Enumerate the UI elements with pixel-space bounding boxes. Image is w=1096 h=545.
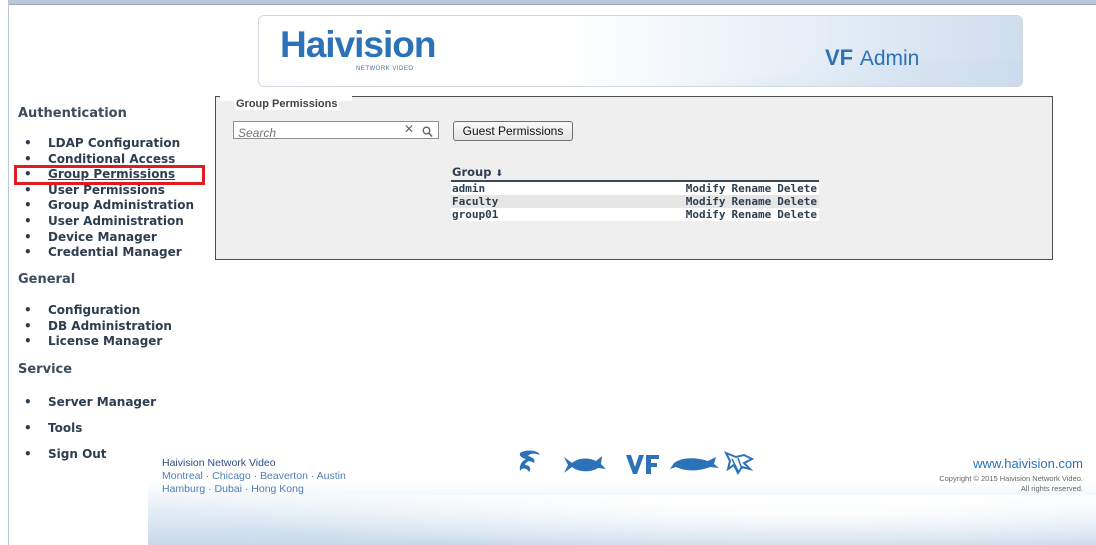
nav-item-user-permissions[interactable]: • User Permissions [24, 183, 194, 199]
nav-item-ldap-configuration[interactable]: • LDAP Configuration [24, 136, 194, 152]
group-name: group01 [451, 208, 544, 221]
delete-link[interactable]: Delete [777, 182, 817, 195]
footer-url-link[interactable]: www.haivision.com [973, 456, 1083, 471]
nav-item-group-administration[interactable]: • Group Administration [24, 198, 194, 214]
modify-link[interactable]: Modify [686, 208, 726, 221]
vf-icon [626, 455, 659, 474]
nav-item-tools[interactable]: • Tools [24, 421, 156, 447]
nav-list-general: • Configuration • DB Administration • Licen… [24, 303, 172, 350]
footer-cities-line2: Hamburg · Dubai · Hong Kong [162, 483, 304, 495]
vf-admin-title: VF Admin [825, 45, 919, 71]
rename-link[interactable]: Rename [732, 208, 772, 221]
group-name: admin [451, 181, 544, 195]
table-row: Faculty Modify Rename Delete [451, 195, 819, 208]
nav-item-server-manager[interactable]: • Server Manager [24, 395, 156, 421]
panel-legend: Group Permissions [234, 98, 340, 110]
nav-list-service: • Server Manager • Tools • Sign Out [24, 395, 156, 463]
skeleton-fish-icon [723, 451, 755, 475]
table-row: group01 Modify Rename Delete [451, 208, 819, 221]
groups-table: Group ⬇ admin Modify Rename Delete Faculty… [451, 165, 819, 221]
search-icon[interactable] [422, 123, 433, 142]
nav-list-authentication: • LDAP Configuration • Conditional Access … [24, 136, 194, 261]
haivision-logo: Haivision [280, 24, 436, 65]
search-input[interactable] [234, 125, 388, 141]
shark-icon [564, 456, 606, 473]
selection-highlight [14, 165, 205, 185]
column-header-group[interactable]: Group ⬇ [451, 165, 819, 182]
modify-link[interactable]: Modify [686, 182, 726, 195]
search-box: ✕ [233, 121, 439, 142]
delete-link[interactable]: Delete [777, 208, 817, 221]
nav-item-device-manager[interactable]: • Device Manager [24, 230, 194, 246]
nav-item-credential-manager[interactable]: • Credential Manager [24, 245, 194, 261]
haivision-logo-subtext: NETWORK VIDEO [356, 66, 414, 72]
barracuda-icon [670, 457, 719, 471]
header-banner: Haivision NETWORK VIDEO VF Admin [258, 15, 1023, 87]
guest-permissions-button[interactable]: Guest Permissions [453, 121, 573, 141]
footer-copyright: Copyright © 2015 Haivision Network Video… [939, 474, 1083, 483]
nav-item-configuration[interactable]: • Configuration [24, 303, 172, 319]
footer-product-logos [519, 450, 755, 475]
window-top-line [8, 4, 1096, 5]
nav-item-db-administration[interactable]: • DB Administration [24, 319, 172, 335]
footer-cities-line1: Montreal · Chicago · Beaverton · Austin [162, 470, 346, 482]
modify-link[interactable]: Modify [686, 195, 726, 208]
footer-rights: All rights reserved. [1020, 484, 1083, 493]
nav-item-license-manager[interactable]: • License Manager [24, 334, 172, 350]
kraken-icon [519, 450, 540, 472]
delete-link[interactable]: Delete [777, 195, 817, 208]
product-name: Admin [859, 47, 920, 70]
table-row: admin Modify Rename Delete [451, 181, 819, 195]
footer-swoosh [148, 495, 1096, 545]
nav-heading-service: Service [18, 362, 73, 377]
group-name: Faculty [451, 195, 544, 208]
rename-link[interactable]: Rename [732, 182, 772, 195]
clear-icon[interactable]: ✕ [404, 122, 414, 136]
sort-arrow-icon[interactable]: ⬇ [495, 169, 503, 179]
footer-company: Haivision Network Video [162, 457, 276, 469]
rename-link[interactable]: Rename [732, 195, 772, 208]
nav-heading-general: General [18, 272, 76, 287]
nav-heading-authentication: Authentication [18, 106, 127, 121]
nav-item-user-administration[interactable]: • User Administration [24, 214, 194, 230]
nav-item-sign-out[interactable]: • Sign Out [24, 447, 156, 463]
window-left-border [0, 0, 9, 545]
vf-logo-icon: VF [825, 45, 854, 70]
